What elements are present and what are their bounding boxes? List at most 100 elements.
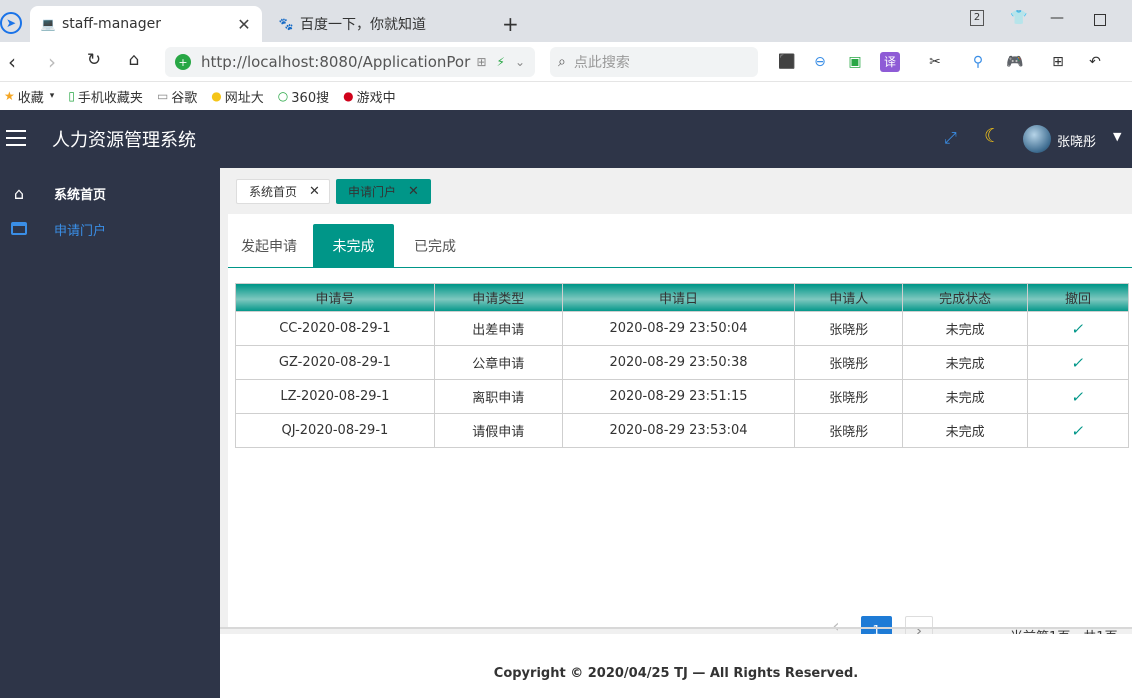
cell-date: 2020-08-29 23:50:04 — [561, 311, 796, 346]
tab-new-application[interactable]: 发起申请 — [234, 224, 304, 268]
cell-applicant: 张晓彤 — [794, 413, 904, 448]
bookmark-item[interactable]: ★ 收藏 ▾ — [4, 87, 54, 106]
table-row: QJ-2020-08-29-1 请假申请 2020-08-29 23:53:04… — [235, 413, 1129, 448]
close-tab-icon[interactable]: ✕ — [236, 15, 252, 34]
extension-icon-1[interactable]: ⬛ — [777, 52, 797, 72]
cell-withdraw: ✓ — [1027, 413, 1129, 448]
tag-label: 申请门户 — [348, 185, 397, 199]
browser-tab-active[interactable]: 💻 staff-manager ✕ — [30, 6, 262, 42]
table-row: LZ-2020-08-29-1 离职申请 2020-08-29 23:51:15… — [235, 379, 1129, 414]
hamburger-menu-icon[interactable] — [6, 128, 26, 148]
cell-applicant: 张晓彤 — [794, 345, 904, 380]
maximize-icon[interactable] — [1094, 14, 1106, 26]
bookmark-item[interactable]: ○ 360搜 — [278, 87, 329, 106]
minimize-icon[interactable]: — — [1050, 10, 1064, 26]
bookmark-label: 360搜 — [291, 90, 330, 106]
cell-status: 未完成 — [902, 379, 1029, 414]
home-nav-icon[interactable]: ⌂ — [122, 50, 146, 70]
moon-icon[interactable]: ☾ — [984, 125, 1001, 147]
url-field[interactable]: + http://localhost:8080/ApplicationPor ⊞… — [165, 47, 535, 77]
window-icon — [4, 220, 34, 239]
tab-unfinished[interactable]: 未完成 — [313, 224, 394, 268]
cell-type: 请假申请 — [433, 413, 563, 448]
tag-label: 系统首页 — [249, 185, 298, 199]
bookmark-item[interactable]: ▯ 手机收藏夹 — [68, 87, 143, 106]
cell-applicant: 张晓彤 — [794, 379, 904, 414]
column-header: 撤回 — [1027, 283, 1129, 312]
cell-withdraw: ✓ — [1027, 311, 1129, 346]
sidebar: ⌂ 系统首页 申请门户 — [0, 168, 220, 698]
scissors-icon[interactable]: ✂ — [925, 52, 945, 72]
back-icon[interactable]: ‹ — [0, 50, 24, 74]
sidebar-item-home[interactable]: ⌂ 系统首页 — [0, 175, 220, 211]
bookmark-label: 手机收藏夹 — [77, 90, 143, 106]
withdraw-check-icon[interactable]: ✓ — [1070, 422, 1086, 440]
tag-portal[interactable]: 申请门户 ✕ — [336, 179, 431, 204]
avatar[interactable] — [1023, 125, 1051, 153]
extension-icon-3[interactable]: ▣ — [845, 52, 865, 72]
footer-text: Copyright © 2020/04/25 TJ — All Rights R… — [493, 665, 859, 681]
apps-grid-icon[interactable]: ⊞ — [1048, 52, 1068, 72]
undo-icon[interactable]: ↶ — [1085, 52, 1105, 72]
search-placeholder: 点此搜索 — [573, 55, 630, 71]
close-icon[interactable]: ✕ — [309, 184, 320, 199]
window-count-badge[interactable]: 2 — [970, 10, 984, 26]
reload-icon[interactable]: ↻ — [82, 50, 106, 70]
extension-icon-2[interactable]: ⊖ — [810, 52, 830, 72]
cell-id: LZ-2020-08-29-1 — [235, 379, 435, 414]
dropdown-icon[interactable]: ⌄ — [515, 55, 525, 69]
search-field[interactable]: ⌕ 点此搜索 — [550, 47, 758, 77]
app-header: 人力资源管理系统 ⤢ ☾ 张晓彤 ▼ — [0, 110, 1132, 168]
tab-finished[interactable]: 已完成 — [400, 224, 470, 268]
magnifier-icon[interactable]: ⚲ — [968, 52, 988, 72]
bookmarks-bar: ★ 收藏 ▾ ▯ 手机收藏夹 ▭ 谷歌 ● 网址大 ○ 360搜 ● 游戏中 — [0, 82, 1132, 110]
lightning-icon[interactable]: ⚡ — [497, 55, 505, 69]
withdraw-check-icon[interactable]: ✓ — [1070, 354, 1086, 372]
applications-table: 申请号 申请类型 申请日 申请人 完成状态 撤回 CC-2020-08-29-1… — [235, 283, 1129, 448]
column-header: 申请人 — [794, 283, 904, 312]
cell-withdraw: ✓ — [1027, 345, 1129, 380]
close-icon[interactable]: ✕ — [408, 184, 419, 199]
withdraw-check-icon[interactable]: ✓ — [1070, 388, 1086, 406]
url-text: http://localhost:8080/ApplicationPor — [201, 53, 471, 71]
cell-applicant: 张晓彤 — [794, 311, 904, 346]
cell-type: 公章申请 — [433, 345, 563, 380]
page-tags-bar: 系统首页 ✕ 申请门户 ✕ — [220, 168, 1132, 214]
bookmark-item[interactable]: ▭ 谷歌 — [157, 87, 197, 106]
new-tab-button[interactable]: + — [502, 12, 519, 36]
tab-title: staff-manager — [62, 16, 161, 32]
browser-tab-baidu[interactable]: 🐾 百度一下，你就知道 — [268, 6, 500, 42]
browser-logo-icon: ➤ — [0, 12, 22, 34]
fullscreen-icon[interactable]: ⤢ — [944, 128, 964, 148]
bookmark-item[interactable]: ● 网址大 — [211, 87, 264, 106]
withdraw-check-icon[interactable]: ✓ — [1070, 320, 1086, 338]
column-header: 申请号 — [235, 283, 435, 312]
sidebar-item-label: 申请门户 — [54, 223, 107, 239]
content-panel: 发起申请 未完成 已完成 申请号 申请类型 申请日 申请人 完成状态 撤回 CC… — [228, 214, 1132, 647]
subtabs: 发起申请 未完成 已完成 — [228, 214, 1132, 268]
cell-id: CC-2020-08-29-1 — [235, 311, 435, 346]
tag-home[interactable]: 系统首页 ✕ — [236, 179, 330, 204]
grid-icon[interactable]: ⊞ — [476, 55, 486, 69]
app-title: 人力资源管理系统 — [52, 130, 196, 151]
table-row: GZ-2020-08-29-1 公章申请 2020-08-29 23:50:38… — [235, 345, 1129, 380]
column-header: 申请类型 — [433, 283, 563, 312]
shirt-icon[interactable]: 👕 — [1010, 10, 1027, 26]
laptop-icon: 💻 — [40, 17, 56, 31]
footer: Copyright © 2020/04/25 TJ — All Rights R… — [220, 634, 1132, 698]
forward-icon[interactable]: › — [40, 50, 64, 74]
cell-date: 2020-08-29 23:53:04 — [561, 413, 796, 448]
cell-type: 出差申请 — [433, 311, 563, 346]
chevron-down-icon[interactable]: ▼ — [1113, 130, 1121, 143]
search-icon: ⌕ — [558, 54, 566, 70]
column-header: 完成状态 — [902, 283, 1029, 312]
user-name[interactable]: 张晓彤 — [1057, 131, 1096, 150]
bookmark-item[interactable]: ● 游戏中 — [343, 87, 396, 106]
translate-icon[interactable]: 译 — [880, 52, 900, 72]
security-shield-icon: + — [175, 54, 191, 70]
sidebar-item-portal[interactable]: 申请门户 — [0, 211, 220, 247]
gamepad-icon[interactable]: 🎮 — [1005, 52, 1025, 72]
cell-status: 未完成 — [902, 413, 1029, 448]
bookmark-label: 游戏中 — [356, 90, 396, 106]
cell-id: GZ-2020-08-29-1 — [235, 345, 435, 380]
